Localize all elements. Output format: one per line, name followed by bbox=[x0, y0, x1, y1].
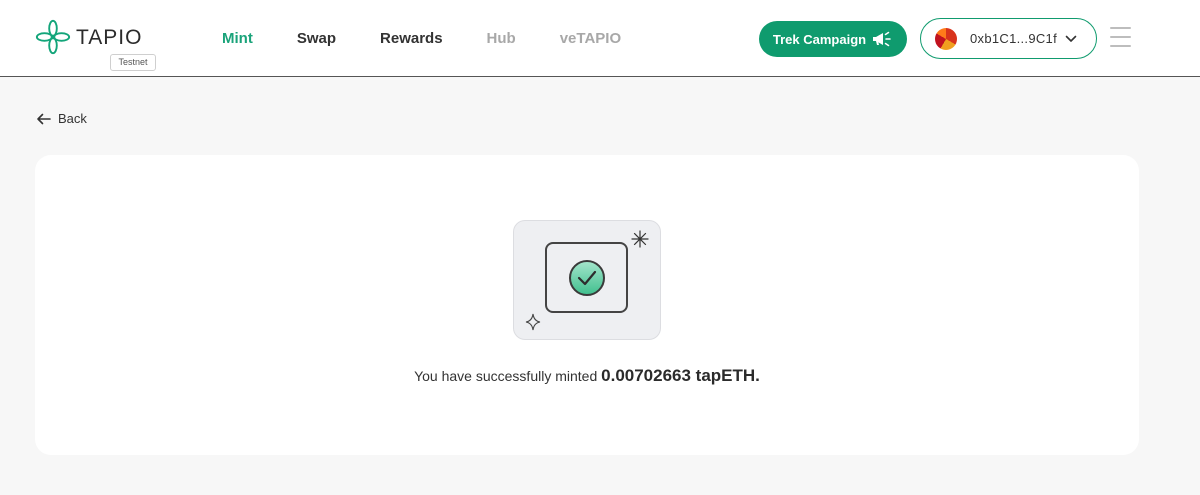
nav-item-rewards[interactable]: Rewards bbox=[380, 30, 443, 47]
network-badge: Testnet bbox=[110, 54, 156, 71]
success-message-text: You have successfully minted bbox=[414, 368, 598, 384]
arrow-left-icon bbox=[37, 113, 51, 124]
nav-item-vetapio[interactable]: veTAPIO bbox=[560, 30, 621, 47]
nav-item-swap[interactable]: Swap bbox=[297, 30, 336, 47]
success-illustration bbox=[513, 220, 661, 340]
check-circle-icon bbox=[525, 230, 649, 331]
top-header: TAPIO Testnet Mint Swap Rewards Hub veTA… bbox=[0, 0, 1200, 77]
main-nav: Mint Swap Rewards Hub veTAPIO bbox=[222, 30, 665, 47]
hamburger-menu-icon[interactable] bbox=[1110, 27, 1131, 47]
minted-amount: 0.00702663 tapETH. bbox=[601, 366, 760, 385]
success-message: You have successfully minted 0.00702663 … bbox=[35, 366, 1139, 386]
wallet-button[interactable]: 0xb1C1...9C1f bbox=[920, 18, 1097, 59]
chevron-down-icon bbox=[1065, 35, 1077, 42]
megaphone-icon bbox=[873, 31, 891, 47]
nav-item-hub[interactable]: Hub bbox=[487, 30, 516, 47]
wallet-address: 0xb1C1...9C1f bbox=[970, 31, 1058, 46]
brand-logo[interactable]: TAPIO bbox=[34, 18, 142, 56]
mint-result-card: You have successfully minted 0.00702663 … bbox=[35, 155, 1139, 455]
trek-campaign-label: Trek Campaign bbox=[772, 31, 867, 47]
trek-campaign-button[interactable]: Trek Campaign bbox=[759, 21, 907, 57]
nav-item-mint[interactable]: Mint bbox=[222, 30, 253, 47]
back-label: Back bbox=[58, 111, 87, 126]
tapio-flower-logo-icon bbox=[35, 19, 71, 55]
wallet-avatar bbox=[935, 27, 957, 50]
back-link[interactable]: Back bbox=[36, 111, 87, 126]
brand-name: TAPIO bbox=[76, 26, 143, 49]
